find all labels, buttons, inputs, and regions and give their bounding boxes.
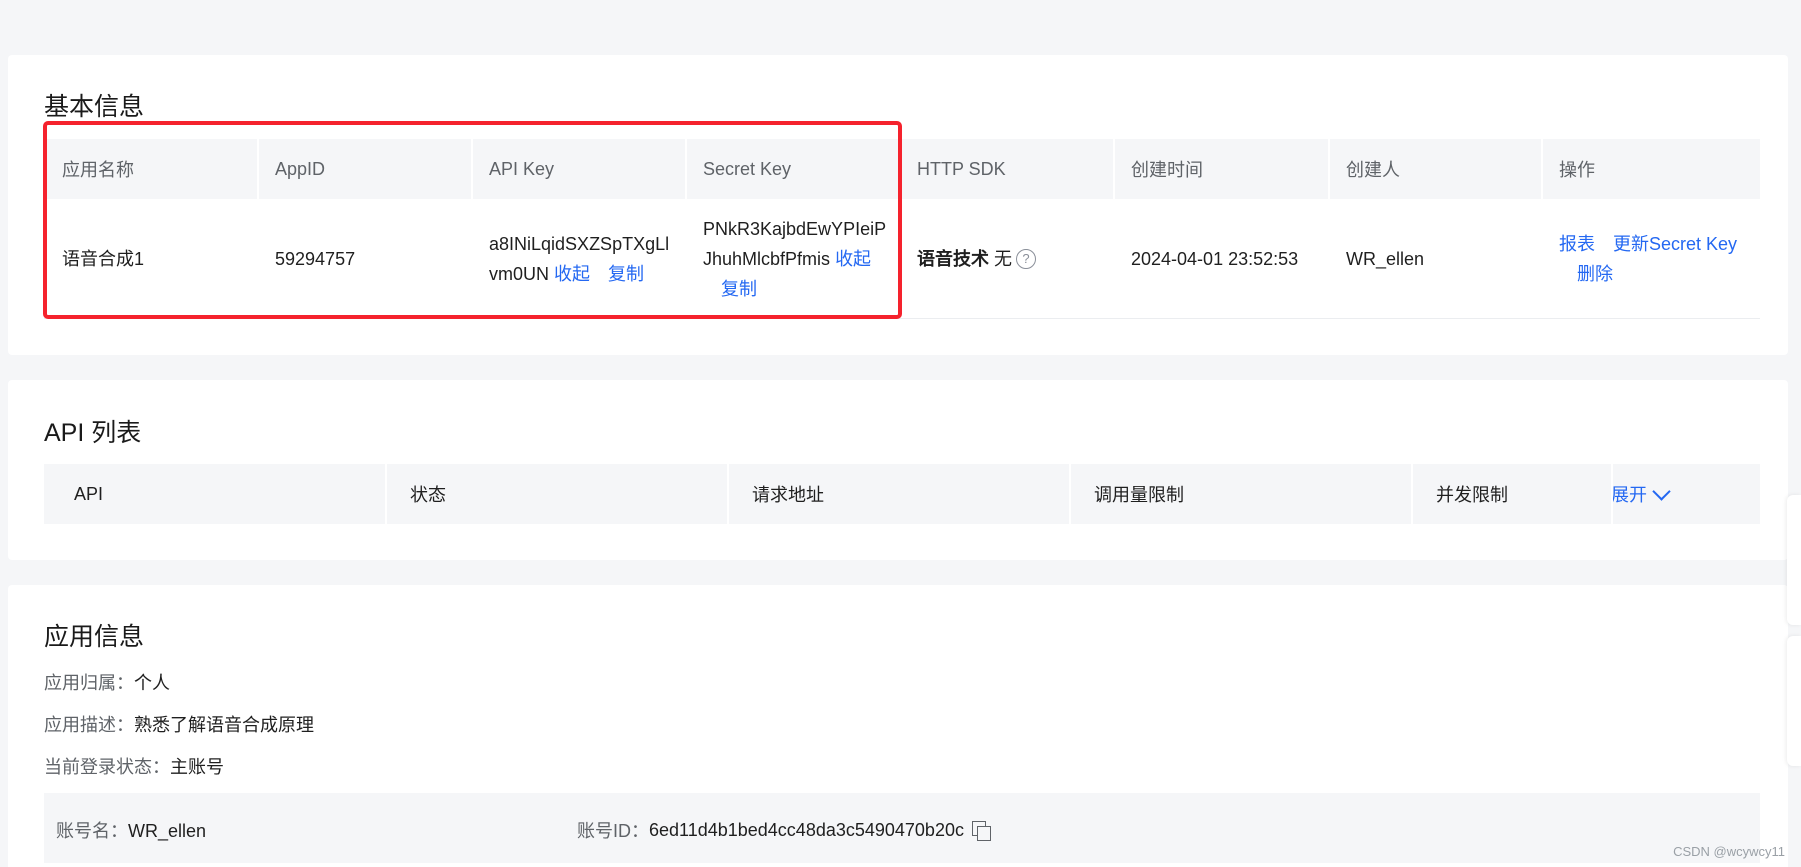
- api-key-collapse-link[interactable]: 收起: [554, 264, 590, 284]
- watermark: CSDN @wcywcy11: [1673, 844, 1785, 859]
- help-icon[interactable]: ?: [1016, 248, 1037, 269]
- delete-link[interactable]: 删除: [1577, 264, 1613, 284]
- header-secret-key: Secret Key: [685, 139, 899, 199]
- sdk-value: 无: [994, 248, 1013, 269]
- side-float-tab[interactable]: [1787, 636, 1801, 766]
- cell-http-sdk: 语音技术 无 ?: [899, 199, 1113, 318]
- account-name-label: 账号名：: [56, 821, 128, 841]
- description-label: 应用描述：: [44, 715, 134, 735]
- basic-info-title: 基本信息: [44, 93, 145, 121]
- app-info-card: 应用信息 应用归属：个人 应用描述：熟悉了解语音合成原理 当前登录状态：主账号 …: [8, 585, 1788, 867]
- header-api-key: API Key: [471, 139, 685, 199]
- api-list-card: API 列表 API 状态 请求地址 调用量限制 并发限制 展开: [8, 380, 1788, 560]
- sdk-name: 语音技术: [917, 248, 989, 269]
- header-api: API: [74, 483, 104, 504]
- expand-button[interactable]: 展开: [1611, 481, 1671, 507]
- api-key-copy-link[interactable]: 复制: [608, 264, 644, 284]
- header-call-limit: 调用量限制: [1069, 464, 1411, 524]
- header-app-id: AppID: [257, 139, 471, 199]
- cell-app-id: 59294757: [275, 248, 356, 269]
- header-creator: 创建人: [1328, 139, 1541, 199]
- api-table-header: API 状态 请求地址 调用量限制 并发限制 展开: [44, 464, 1760, 524]
- login-status-value: 主账号: [170, 757, 224, 777]
- expand-label: 展开: [1611, 485, 1647, 505]
- account-id-label: 账号ID：: [577, 821, 649, 841]
- header-actions: 操作: [1541, 139, 1760, 199]
- secret-key-copy-link[interactable]: 复制: [721, 279, 757, 299]
- api-table: API 状态 请求地址 调用量限制 并发限制 展开: [44, 464, 1760, 524]
- chevron-down-icon: [1652, 481, 1671, 501]
- secret-key-collapse-link[interactable]: 收起: [835, 249, 871, 269]
- header-app-name: 应用名称: [62, 160, 134, 180]
- login-status-line: 当前登录状态：主账号: [44, 753, 224, 779]
- basic-info-card: 基本信息 应用名称 AppID API Key Secret Key HTTP …: [8, 55, 1788, 355]
- update-secret-key-link[interactable]: 更新Secret Key: [1613, 234, 1737, 254]
- copy-icon[interactable]: [971, 821, 991, 841]
- login-status-label: 当前登录状态：: [44, 757, 170, 777]
- header-created-at: 创建时间: [1113, 139, 1328, 199]
- app-info-title: 应用信息: [44, 623, 145, 651]
- owner-line: 应用归属：个人: [44, 669, 170, 695]
- description-value: 熟悉了解语音合成原理: [134, 715, 314, 735]
- header-request-url: 请求地址: [727, 464, 1069, 524]
- cell-secret-key: PNkR3KajbdEwYPIeiPJhuhMlcbfPfmis 收起复制: [685, 199, 899, 318]
- header-status: 状态: [385, 464, 727, 524]
- app-table: 应用名称 AppID API Key Secret Key HTTP SDK 创…: [44, 139, 1760, 319]
- account-name-value: WR_ellen: [128, 821, 207, 841]
- expand-cell: 展开: [1611, 464, 1760, 524]
- app-table-header: 应用名称 AppID API Key Secret Key HTTP SDK 创…: [44, 139, 1760, 199]
- side-float-tab[interactable]: [1787, 495, 1801, 625]
- account-name: 账号名：WR_ellen: [56, 817, 206, 843]
- table-row: 语音合成1 59294757 a8INiLqidSXZSpTXgLlvm0UN …: [44, 199, 1760, 319]
- report-link[interactable]: 报表: [1559, 234, 1595, 254]
- cell-creator: WR_ellen: [1346, 248, 1425, 269]
- description-line: 应用描述：熟悉了解语音合成原理: [44, 711, 314, 737]
- cell-created-at: 2024-04-01 23:52:53: [1131, 248, 1299, 269]
- header-http-sdk: HTTP SDK: [899, 139, 1113, 199]
- cell-app-name: 语音合成1: [62, 248, 145, 269]
- cell-actions: 报表 更新Secret Key删除: [1541, 199, 1760, 318]
- owner-value: 个人: [134, 673, 170, 693]
- owner-label: 应用归属：: [44, 673, 134, 693]
- account-id-value: 6ed11d4b1bed4cc48da3c5490470b20c: [649, 819, 964, 840]
- cell-api-key: a8INiLqidSXZSpTXgLlvm0UN 收起 复制: [471, 199, 685, 318]
- account-id: 账号ID： 6ed11d4b1bed4cc48da3c5490470b20c: [577, 817, 991, 843]
- api-list-title: API 列表: [44, 419, 142, 447]
- account-box: 账号名：WR_ellen 账号ID： 6ed11d4b1bed4cc48da3c5…: [44, 793, 1760, 863]
- header-concurrency-limit: 并发限制: [1411, 464, 1611, 524]
